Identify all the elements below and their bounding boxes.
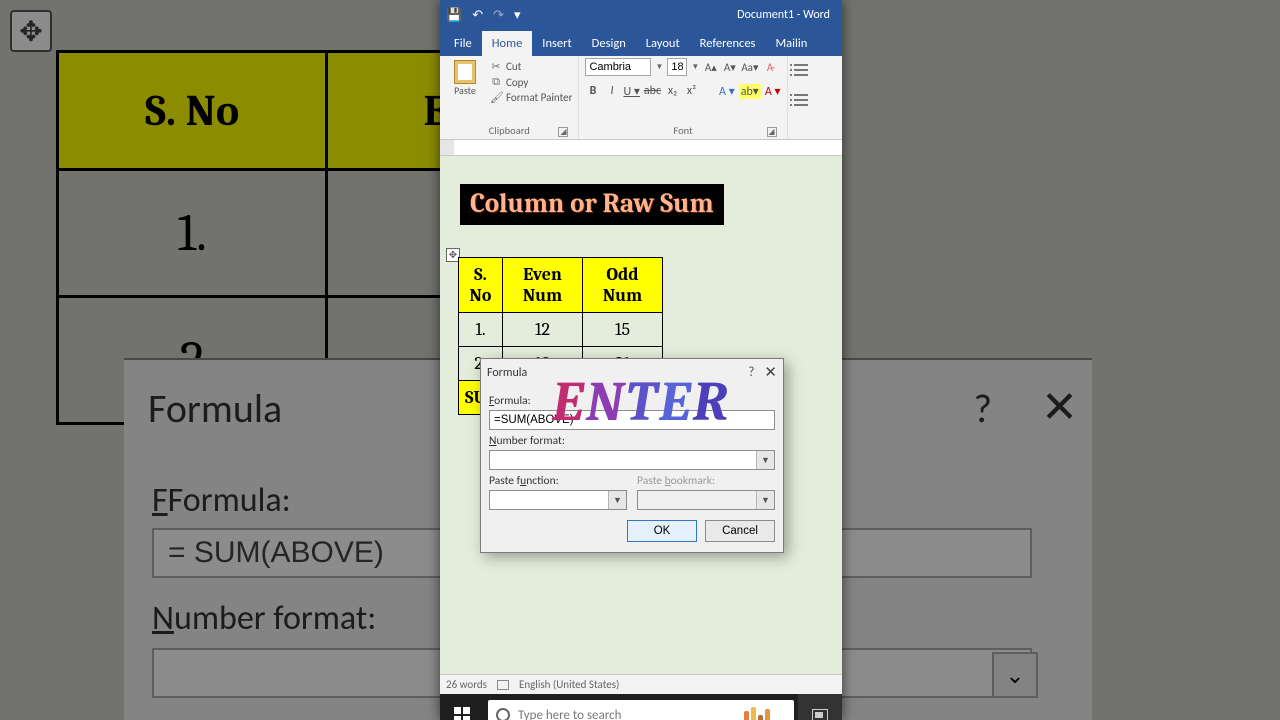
th-sno: S. No [459, 258, 503, 313]
number-format-label: Number format: [489, 434, 775, 448]
document-page[interactable]: Column or Raw Sum ✥ S. No Even Num Odd N… [440, 156, 842, 674]
ribbon-group-font: ▼ ▼ A▴ A▾ Aa▾ A̶ B I U ▾ abc x₂ x [579, 56, 787, 139]
copy-button[interactable]: ⧉Copy [490, 75, 572, 89]
doc-title-block: Column or Raw Sum [460, 184, 724, 225]
window-title: Document1 - Word [737, 8, 836, 22]
chevron-down-icon[interactable]: ▼ [756, 451, 774, 469]
formula-label: Formula: [489, 394, 775, 408]
horizontal-ruler[interactable] [440, 140, 842, 156]
change-case-button[interactable]: Aa▾ [741, 61, 758, 74]
qat-customize-button[interactable]: ▾ [514, 8, 521, 23]
word-window: 💾 ↶ ↷ ▾ Document1 - Word File Home Inser… [440, 0, 842, 720]
highlight-button[interactable]: ab▾ [739, 84, 761, 99]
fontcolor-button[interactable]: A ▾ [765, 84, 781, 99]
th-even: Even Num [503, 258, 583, 313]
tab-mailings[interactable]: Mailin [765, 31, 817, 56]
font-group-label: Font ◢ [585, 124, 780, 139]
grow-font-button[interactable]: A▴ [703, 61, 718, 74]
close-button[interactable]: ✕ [764, 363, 777, 382]
windows-icon [454, 707, 470, 720]
th-odd: Odd Num [583, 258, 663, 313]
font-name-dropdown[interactable]: ▼ [655, 62, 663, 72]
spellcheck-icon[interactable] [497, 680, 509, 690]
cancel-button[interactable]: Cancel [705, 520, 775, 542]
search-doodle [744, 703, 786, 720]
align-button[interactable] [794, 92, 808, 116]
task-view-button[interactable] [798, 694, 842, 720]
help-button[interactable]: ? [748, 365, 754, 380]
table-row[interactable]: 1. 12 15 [459, 313, 663, 347]
formula-dialog: Formula ? ✕ Formula: Number format: ▼ Pa… [480, 358, 784, 553]
paste-function-label: Paste function: [489, 474, 627, 488]
tab-file[interactable]: File [444, 31, 482, 56]
tab-insert[interactable]: Insert [532, 31, 581, 56]
search-icon [496, 708, 510, 720]
formula-input[interactable] [489, 410, 775, 430]
start-button[interactable] [440, 694, 484, 720]
tab-design[interactable]: Design [582, 31, 636, 56]
font-size-input[interactable] [667, 58, 687, 76]
ribbon: Paste ✂Cut ⧉Copy 🖌Format Painter Clipboa… [440, 56, 842, 140]
number-format-select[interactable]: ▼ [489, 450, 775, 470]
clear-format-button[interactable]: A̶ [762, 61, 777, 74]
paste-icon [454, 60, 476, 84]
ok-button[interactable]: OK [627, 520, 697, 542]
qat-redo-button[interactable]: ↷ [493, 8, 504, 23]
paste-function-select[interactable]: ▼ [489, 490, 627, 510]
paste-bookmark-select: ▼ [637, 490, 775, 510]
superscript-button[interactable]: x² [684, 84, 699, 99]
chevron-down-icon: ▼ [756, 491, 774, 509]
qat-save-button[interactable]: 💾 [446, 8, 462, 23]
text-effects-button[interactable]: A ▾ [719, 84, 735, 99]
qat-undo-button[interactable]: ↶ [472, 8, 483, 23]
font-name-input[interactable] [585, 58, 651, 76]
tab-layout[interactable]: Layout [636, 31, 690, 56]
strike-button[interactable]: abc [644, 84, 661, 99]
font-size-dropdown[interactable]: ▼ [691, 62, 699, 72]
taskbar-search[interactable]: Type here to search [488, 700, 794, 720]
word-count[interactable]: 26 words [446, 678, 487, 691]
paste-bookmark-label: Paste bookmark: [637, 474, 775, 488]
clipboard-launcher[interactable]: ◢ [558, 127, 568, 137]
dialog-title: Formula [487, 366, 748, 380]
dialog-title-bar[interactable]: Formula ? ✕ [481, 359, 783, 386]
task-view-icon [812, 709, 828, 720]
shrink-font-button[interactable]: A▾ [722, 61, 737, 74]
title-bar: 💾 ↶ ↷ ▾ Document1 - Word [440, 0, 842, 30]
subscript-button[interactable]: x₂ [665, 84, 680, 99]
cut-button[interactable]: ✂Cut [490, 60, 572, 73]
format-painter-button[interactable]: 🖌Format Painter [490, 91, 572, 104]
clipboard-group-label: Clipboard ◢ [446, 124, 572, 139]
underline-button[interactable]: U ▾ [623, 84, 639, 99]
scissors-icon: ✂ [490, 60, 502, 73]
ribbon-group-paragraph [788, 56, 814, 139]
search-placeholder: Type here to search [518, 708, 621, 720]
ribbon-tabs: File Home Insert Design Layout Reference… [440, 30, 842, 56]
tab-home[interactable]: Home [482, 31, 533, 56]
paste-label: Paste [454, 84, 476, 97]
doc-title: Column or Raw Sum [470, 188, 714, 219]
paste-button[interactable]: Paste [446, 58, 484, 124]
status-bar: 26 words English (United States) [440, 674, 842, 694]
tab-references[interactable]: References [690, 31, 766, 56]
font-launcher[interactable]: ◢ [767, 127, 777, 137]
bg-move-handle: ✥ [10, 10, 52, 52]
copy-icon: ⧉ [490, 75, 502, 89]
brush-icon: 🖌 [490, 91, 502, 104]
language-status[interactable]: English (United States) [519, 678, 619, 691]
chevron-down-icon[interactable]: ▼ [608, 491, 626, 509]
ribbon-group-clipboard: Paste ✂Cut ⧉Copy 🖌Format Painter Clipboa… [440, 56, 579, 139]
bold-button[interactable]: B [585, 84, 600, 99]
bullets-button[interactable] [794, 62, 808, 86]
taskbar: Type here to search [440, 694, 842, 720]
italic-button[interactable]: I [604, 84, 619, 99]
